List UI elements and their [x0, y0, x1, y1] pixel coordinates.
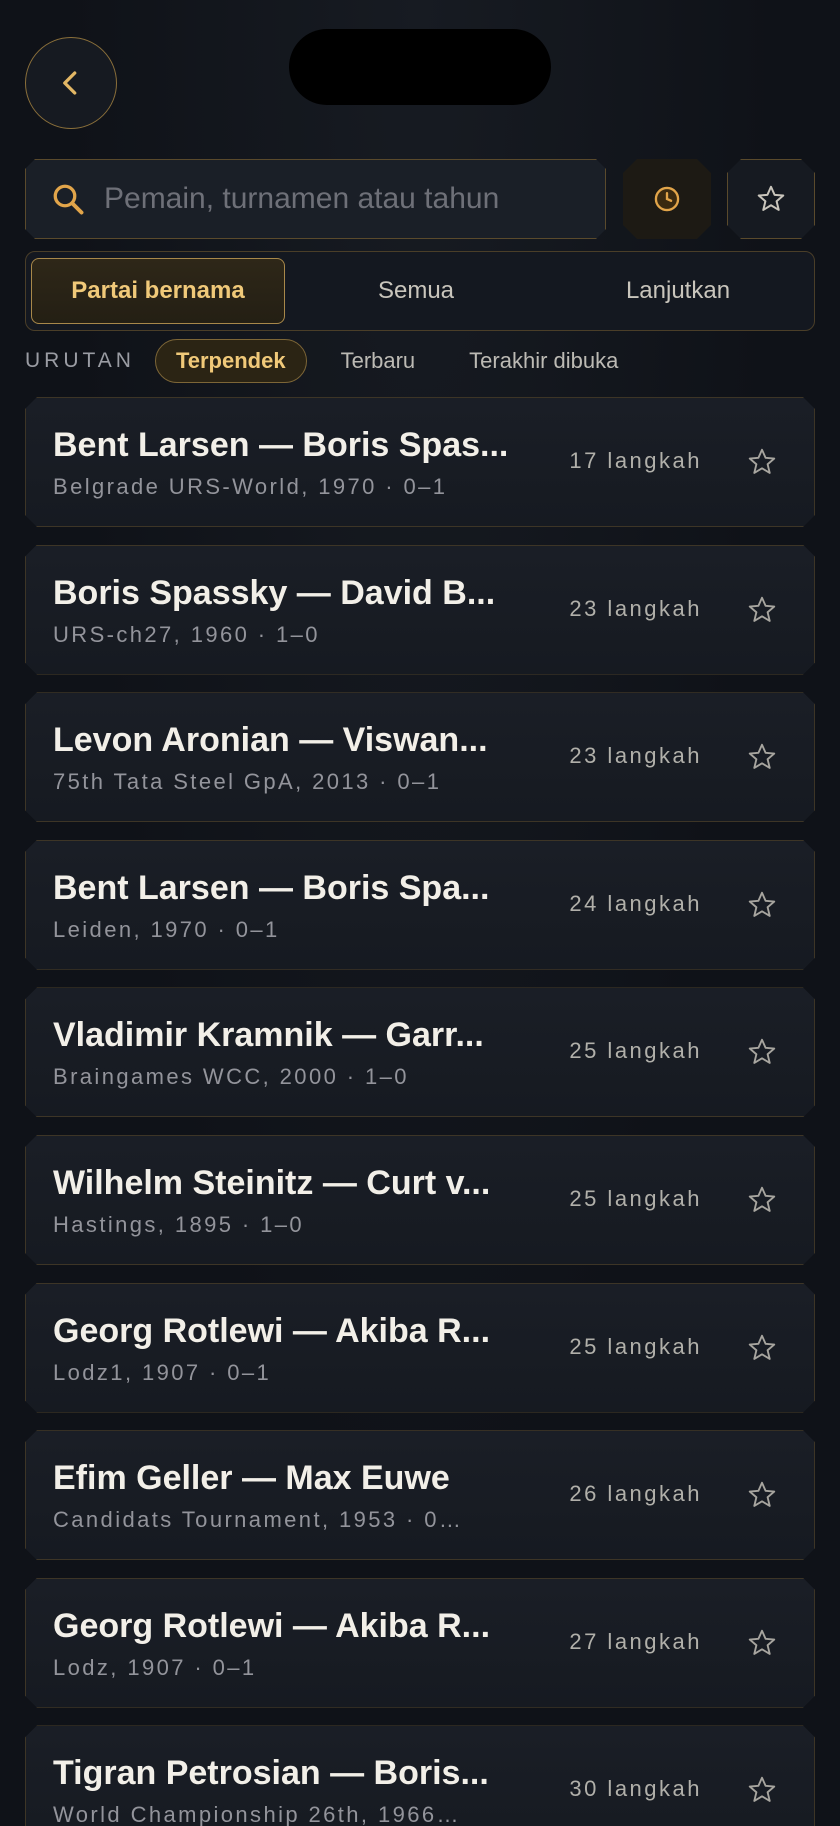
game-title: Georg Rotlewi — Akiba R...: [53, 1606, 491, 1645]
star-icon[interactable]: [746, 1479, 778, 1511]
move-count: 17 langkah: [569, 448, 702, 473]
tab-named-games[interactable]: Partai bernama: [31, 258, 285, 324]
star-icon[interactable]: [746, 889, 778, 921]
sort-newest[interactable]: Terbaru: [321, 339, 436, 383]
game-title: Levon Aronian — Viswan...: [53, 721, 488, 760]
history-button[interactable]: [623, 159, 711, 239]
game-meta: Lodz1, 1907 · 0–1: [53, 1359, 272, 1385]
game-row[interactable]: Georg Rotlewi — Akiba R... Lodz1, 1907 ·…: [25, 1283, 815, 1413]
game-row[interactable]: Vladimir Kramnik — Garr... Braingames WC…: [25, 987, 815, 1117]
game-title: Vladimir Kramnik — Garr...: [53, 1016, 484, 1055]
star-icon[interactable]: [746, 741, 778, 773]
star-icon: [755, 183, 787, 215]
game-row[interactable]: Efim Geller — Max Euwe Candidats Tournam…: [25, 1430, 815, 1560]
game-title: Efim Geller — Max Euwe: [53, 1459, 450, 1498]
game-title: Tigran Petrosian — Boris...: [53, 1754, 489, 1793]
game-row[interactable]: Bent Larsen — Boris Spas... Belgrade URS…: [25, 397, 815, 527]
star-icon[interactable]: [746, 1774, 778, 1806]
game-row[interactable]: Bent Larsen — Boris Spa... Leiden, 1970 …: [25, 840, 815, 970]
star-icon[interactable]: [746, 1627, 778, 1659]
tab-all[interactable]: Semua: [285, 258, 547, 324]
game-meta: World Championship 26th, 1966…: [53, 1802, 461, 1826]
move-count: 30 langkah: [569, 1776, 702, 1802]
game-meta: Belgrade URS-World, 1970 · 0–1: [53, 474, 448, 499]
move-count: 26 langkah: [569, 1481, 702, 1507]
move-count: 25 langkah: [569, 1185, 702, 1211]
game-row[interactable]: Wilhelm Steinitz — Curt v... Hastings, 1…: [25, 1135, 815, 1265]
game-title: Boris Spassky — David B...: [53, 573, 496, 612]
search-input[interactable]: [104, 182, 605, 216]
tab-continue[interactable]: Lanjutkan: [547, 258, 809, 324]
game-list: Bent Larsen — Boris Spas... Belgrade URS…: [25, 397, 815, 1826]
star-icon[interactable]: [746, 446, 778, 478]
game-title: Bent Larsen — Boris Spas...: [53, 426, 509, 464]
game-meta: URS-ch27, 1960 · 1–0: [53, 621, 320, 647]
move-count: 25 langkah: [569, 1333, 702, 1359]
move-count: 23 langkah: [569, 595, 702, 621]
game-meta: 75th Tata Steel GpA, 2013 · 0–1: [53, 769, 442, 795]
search-icon: [50, 181, 86, 217]
game-meta: Candidats Tournament, 1953 · 0…: [53, 1507, 464, 1533]
star-icon[interactable]: [746, 1184, 778, 1216]
game-row[interactable]: Boris Spassky — David B... URS-ch27, 196…: [25, 545, 815, 675]
search-bar[interactable]: [25, 159, 606, 239]
camera-notch: [289, 29, 551, 105]
game-title: Wilhelm Steinitz — Curt v...: [53, 1163, 491, 1202]
clock-icon: [653, 185, 681, 213]
chevron-left-icon: [63, 71, 77, 95]
star-icon[interactable]: [746, 1332, 778, 1364]
move-count: 27 langkah: [569, 1628, 702, 1654]
move-count: 25 langkah: [569, 1038, 702, 1064]
game-row[interactable]: Levon Aronian — Viswan... 75th Tata Stee…: [25, 692, 815, 822]
game-meta: Lodz, 1907 · 0–1: [53, 1654, 257, 1680]
move-count: 23 langkah: [569, 743, 702, 769]
game-row[interactable]: Georg Rotlewi — Akiba R... Lodz, 1907 · …: [25, 1578, 815, 1708]
game-filter-tabs: Partai bernama Semua Lanjutkan: [25, 251, 815, 331]
sort-shortest[interactable]: Terpendek: [154, 339, 307, 383]
game-row[interactable]: Tigran Petrosian — Boris... World Champi…: [25, 1725, 815, 1826]
game-meta: Braingames WCC, 2000 · 1–0: [53, 1064, 409, 1090]
game-title: Georg Rotlewi — Akiba R...: [53, 1311, 491, 1350]
sort-label: URUTAN: [25, 349, 135, 372]
move-count: 24 langkah: [569, 890, 702, 916]
sort-last-opened[interactable]: Terakhir dibuka: [449, 339, 638, 383]
game-meta: Leiden, 1970 · 0–1: [53, 916, 280, 942]
back-button[interactable]: [25, 37, 117, 129]
star-icon[interactable]: [746, 594, 778, 626]
star-icon[interactable]: [746, 1036, 778, 1068]
game-title: Bent Larsen — Boris Spa...: [53, 868, 490, 907]
favorites-filter-button[interactable]: [727, 159, 815, 239]
game-meta: Hastings, 1895 · 1–0: [53, 1211, 305, 1237]
sort-bar: URUTAN Terpendek Terbaru Terakhir dibuka: [25, 338, 652, 384]
